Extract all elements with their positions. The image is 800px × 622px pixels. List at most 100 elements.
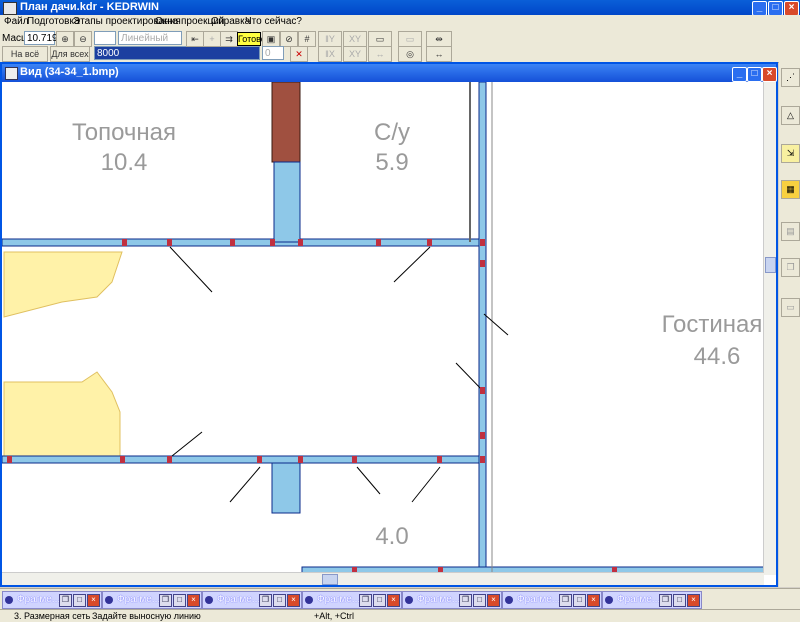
- horizontal-scroll-thumb[interactable]: [322, 574, 338, 585]
- fragment-tab[interactable]: Фрагме... ❐ □ ×: [2, 591, 102, 609]
- restore-icon[interactable]: ❐: [359, 594, 372, 607]
- restore-icon[interactable]: ❐: [559, 594, 572, 607]
- view-close-button[interactable]: ×: [762, 67, 777, 82]
- line-type-select[interactable]: Линейный: [118, 31, 182, 45]
- for-all-button[interactable]: Для всех: [50, 46, 90, 62]
- grid-toggle-icon[interactable]: ⊘: [280, 31, 298, 47]
- arrows-icon[interactable]: ↔: [368, 46, 392, 62]
- status-keys: +Alt, +Ctrl: [314, 611, 355, 621]
- door-swing: [483, 313, 509, 336]
- stairs-upper: [3, 251, 123, 318]
- minimize-button[interactable]: _: [752, 1, 767, 16]
- maximize-icon[interactable]: □: [373, 594, 386, 607]
- restore-icon[interactable]: ❐: [459, 594, 472, 607]
- align-left-icon[interactable]: ⇤: [186, 31, 204, 47]
- restore-icon[interactable]: ❐: [259, 594, 272, 607]
- restore-icon[interactable]: ❐: [59, 594, 72, 607]
- menu-whats-now[interactable]: Что сейчас?: [245, 16, 302, 27]
- hash-icon[interactable]: #: [298, 31, 316, 47]
- triangle-icon[interactable]: △: [781, 106, 800, 125]
- close-icon[interactable]: ×: [187, 594, 200, 607]
- app-title: План дачи.kdr - KEDRWIN: [20, 1, 159, 13]
- color-select[interactable]: [94, 31, 116, 45]
- dim-x-icon[interactable]: ‖X: [318, 46, 342, 62]
- maximize-icon[interactable]: □: [173, 594, 186, 607]
- eye-icon[interactable]: ◎: [398, 46, 422, 62]
- close-icon[interactable]: ×: [587, 594, 600, 607]
- zoom-out-icon[interactable]: ⊖: [74, 31, 92, 47]
- room-area: 4.0: [375, 523, 408, 550]
- close-icon[interactable]: ×: [387, 594, 400, 607]
- maximize-button[interactable]: □: [768, 1, 783, 16]
- vertical-scroll-thumb[interactable]: [765, 257, 776, 273]
- menu-file[interactable]: Файл: [4, 16, 29, 27]
- drawing-canvas[interactable]: Топочная 10.4 С/у 5.9 Гостиная 44.6 4.0: [2, 82, 764, 575]
- fragment-icon: [605, 596, 613, 604]
- maximize-icon[interactable]: □: [273, 594, 286, 607]
- close-icon[interactable]: ×: [287, 594, 300, 607]
- fragment-tab[interactable]: Фрагме... ❐ □ ×: [102, 591, 202, 609]
- close-button[interactable]: ×: [784, 1, 799, 16]
- wall-partition-bottom: [271, 462, 301, 514]
- snap-icon[interactable]: ⇉: [220, 31, 238, 47]
- hatch-icon[interactable]: ▦: [781, 180, 800, 199]
- right-toolbar: ⋰ △ ⇲ ▦ ▤ ❐ ▭: [779, 62, 800, 587]
- maximize-icon[interactable]: □: [573, 594, 586, 607]
- fragment-tab[interactable]: Фрагме... ❐ □ ×: [402, 591, 502, 609]
- print-icon[interactable]: ▭: [781, 298, 800, 317]
- copy-icon[interactable]: ❐: [781, 258, 800, 277]
- room-area: 10.4: [101, 149, 148, 176]
- view-maximize-button[interactable]: □: [747, 67, 762, 82]
- fragment-icon: [305, 596, 313, 604]
- room-area: 5.9: [375, 149, 408, 176]
- view-minimize-button[interactable]: _: [732, 67, 747, 82]
- maximize-icon[interactable]: □: [473, 594, 486, 607]
- dim-y-icon[interactable]: ‖Y: [318, 31, 342, 47]
- restore-icon[interactable]: ❐: [159, 594, 172, 607]
- ready-button[interactable]: Готово: [237, 32, 266, 46]
- horizontal-scrollbar[interactable]: [2, 572, 764, 585]
- fragment-icon: [105, 596, 113, 604]
- fragment-tab[interactable]: Фрагме... ❐ □ ×: [502, 591, 602, 609]
- layers-icon[interactable]: ▤: [781, 222, 800, 241]
- dim-xy2-icon[interactable]: XY: [343, 46, 367, 62]
- dim-xy-icon[interactable]: XY: [343, 31, 367, 47]
- room-name: Гостиная: [662, 311, 763, 338]
- app-titlebar: План дачи.kdr - KEDRWIN _ □ ×: [0, 0, 800, 16]
- wall-bottom: [2, 455, 483, 464]
- fragment-icon: [5, 596, 13, 604]
- measure-icon[interactable]: ▭: [368, 31, 392, 47]
- scale-input[interactable]: 10.7193: [24, 31, 63, 45]
- menu-prepare[interactable]: Подготовка: [27, 16, 80, 27]
- close-icon[interactable]: ×: [87, 594, 100, 607]
- zoom-in-icon[interactable]: ⊕: [56, 31, 74, 47]
- door-swing: [393, 246, 431, 283]
- link-icon[interactable]: ▭: [398, 31, 422, 47]
- door-swing: [356, 466, 381, 495]
- dimension-width-icon[interactable]: ↔: [426, 46, 452, 62]
- maximize-icon[interactable]: □: [73, 594, 86, 607]
- close-icon[interactable]: ×: [687, 594, 700, 607]
- close-icon[interactable]: ×: [487, 594, 500, 607]
- maximize-icon[interactable]: □: [673, 594, 686, 607]
- fit-all-button[interactable]: На всё окно: [2, 46, 48, 73]
- restore-icon[interactable]: ❐: [659, 594, 672, 607]
- small-value-field[interactable]: 0: [262, 46, 284, 60]
- vertical-scrollbar[interactable]: [763, 82, 776, 575]
- cross-icon[interactable]: +: [203, 31, 221, 47]
- fragment-tab[interactable]: Фрагме... ❐ □ ×: [602, 591, 702, 609]
- view-title: Вид (34-34_1.bmp): [20, 66, 119, 78]
- floor-plan: Топочная 10.4 С/у 5.9 Гостиная 44.6 4.0: [2, 82, 764, 575]
- dimension-line-icon[interactable]: ⇹: [426, 31, 452, 47]
- dimension-icon[interactable]: ⇲: [781, 144, 800, 163]
- status-bar: 3. Размерная сеть Задайте выносную линию…: [0, 609, 800, 622]
- room-area: 44.6: [694, 343, 741, 370]
- fragment-tab[interactable]: Фрагме... ❐ □ ×: [302, 591, 402, 609]
- nodes-icon[interactable]: ⋰: [781, 68, 800, 87]
- stairs-lower: [3, 371, 121, 458]
- wall-right: [478, 82, 487, 575]
- frame-icon[interactable]: ▣: [262, 31, 280, 47]
- code-select[interactable]: 8000: [94, 46, 260, 60]
- delete-icon[interactable]: ✕: [290, 46, 308, 62]
- fragment-tab[interactable]: Фрагме... ❐ □ ×: [202, 591, 302, 609]
